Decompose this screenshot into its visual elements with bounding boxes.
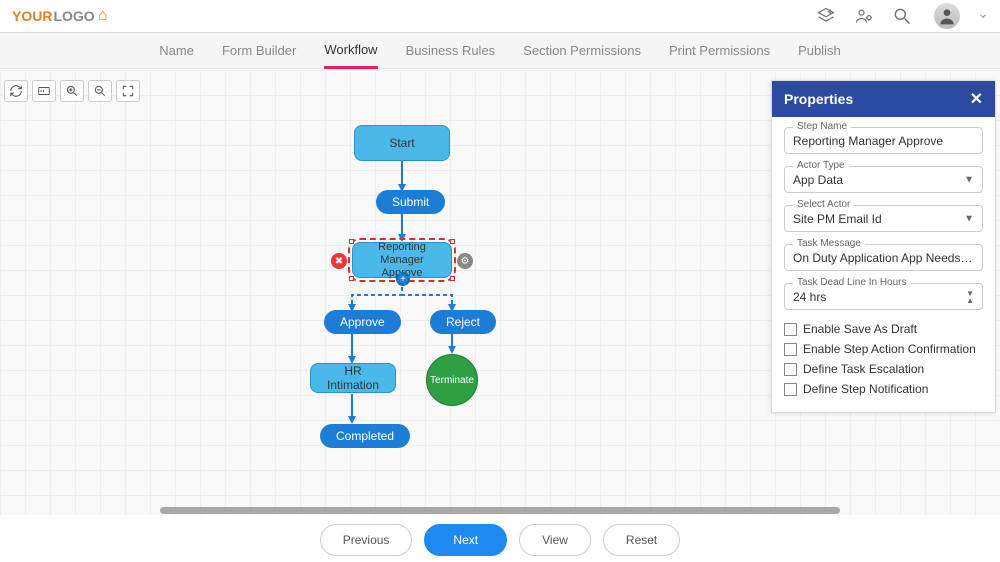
node-completed[interactable]: Completed <box>320 424 410 448</box>
node-approve[interactable]: Approve <box>324 310 401 334</box>
node-start[interactable]: Start <box>354 125 450 161</box>
check-label: Enable Save As Draft <box>803 322 917 336</box>
node-terminate[interactable]: Terminate <box>426 354 478 406</box>
resize-handle-se[interactable] <box>450 276 455 281</box>
next-button[interactable]: Next <box>424 524 507 556</box>
task-message-field[interactable]: Task Message On Duty Application App Nee… <box>784 244 983 271</box>
logo-text-1: YOUR <box>12 8 52 24</box>
footer-actions: Previous Next View Reset <box>0 524 1000 556</box>
node-hr-label: HR Intimation <box>321 364 385 392</box>
zoom-in-button[interactable] <box>60 80 84 102</box>
check-label: Define Task Escalation <box>803 362 924 376</box>
deadline-input[interactable]: 24 hrs <box>793 290 974 304</box>
app-header: YOURLOGO ⌂ <box>0 0 1000 33</box>
node-reject-label: Reject <box>446 315 480 329</box>
node-hr-intimation[interactable]: HR Intimation <box>310 363 396 393</box>
select-actor-select[interactable]: Site PM Email Id <box>793 212 974 226</box>
enable-save-draft-checkbox[interactable]: Enable Save As Draft <box>784 322 983 336</box>
deadline-label: Task Dead Line In Hours <box>793 277 911 288</box>
app-logo: YOURLOGO ⌂ <box>12 7 107 25</box>
deadline-field[interactable]: Task Dead Line In Hours 24 hrs ▼▲ <box>784 283 983 310</box>
tab-form-builder[interactable]: Form Builder <box>222 34 296 67</box>
canvas-toolbar <box>4 80 140 102</box>
node-reporting-manager-approve[interactable]: Reporting Manager Approve ✖ ⚙ + <box>352 242 452 278</box>
deadline-spinner[interactable]: ▼▲ <box>966 290 974 304</box>
tab-business-rules[interactable]: Business Rules <box>406 34 496 67</box>
view-button[interactable]: View <box>519 524 591 556</box>
properties-title: Properties <box>784 91 853 107</box>
checkbox-icon <box>784 323 797 336</box>
layers-icon[interactable] <box>816 6 836 26</box>
tab-workflow[interactable]: Workflow <box>324 33 377 69</box>
refresh-button[interactable] <box>4 80 28 102</box>
checkbox-icon <box>784 363 797 376</box>
node-completed-label: Completed <box>336 429 394 443</box>
define-task-escalation-checkbox[interactable]: Define Task Escalation <box>784 362 983 376</box>
node-submit-label: Submit <box>392 195 429 209</box>
tab-publish[interactable]: Publish <box>798 34 841 67</box>
previous-button[interactable]: Previous <box>320 524 413 556</box>
resize-handle-nw[interactable] <box>349 239 354 244</box>
user-settings-icon[interactable] <box>854 6 874 26</box>
task-message-label: Task Message <box>793 238 865 249</box>
checkbox-icon <box>784 383 797 396</box>
header-actions <box>816 3 988 29</box>
tab-bar: Name Form Builder Workflow Business Rule… <box>0 33 1000 69</box>
step-name-label: Step Name <box>793 121 851 132</box>
logo-house-icon: ⌂ <box>98 7 108 25</box>
node-submit[interactable]: Submit <box>376 190 445 214</box>
properties-panel: Properties ✕ Step Name Reporting Manager… <box>771 80 996 413</box>
check-label: Enable Step Action Confirmation <box>803 342 976 356</box>
avatar-chevron-icon[interactable] <box>978 11 988 21</box>
properties-header: Properties ✕ <box>772 81 995 117</box>
add-connector-icon[interactable]: + <box>396 272 410 286</box>
define-step-notification-checkbox[interactable]: Define Step Notification <box>784 382 983 396</box>
check-label: Define Step Notification <box>803 382 928 396</box>
step-name-input[interactable]: Reporting Manager Approve <box>793 134 974 148</box>
tab-section-permissions[interactable]: Section Permissions <box>523 34 641 67</box>
actor-type-label: Actor Type <box>793 160 849 171</box>
fullscreen-button[interactable] <box>116 80 140 102</box>
tab-print-permissions[interactable]: Print Permissions <box>669 34 770 67</box>
chevron-down-icon: ▼ <box>964 174 974 185</box>
actor-type-select[interactable]: App Data <box>793 173 974 187</box>
resize-handle-ne[interactable] <box>450 239 455 244</box>
actor-type-field[interactable]: Actor Type App Data ▼ <box>784 166 983 193</box>
chevron-down-icon: ▼ <box>964 213 974 224</box>
delete-node-icon[interactable]: ✖ <box>331 253 347 269</box>
user-avatar[interactable] <box>934 3 960 29</box>
enable-step-confirmation-checkbox[interactable]: Enable Step Action Confirmation <box>784 342 983 356</box>
reset-button[interactable]: Reset <box>603 524 680 556</box>
tab-name[interactable]: Name <box>159 34 194 67</box>
logo-text-2: LOGO <box>53 8 94 24</box>
node-approve-label: Approve <box>340 315 385 329</box>
node-start-label: Start <box>389 136 414 150</box>
horizontal-scrollbar[interactable] <box>160 507 840 514</box>
select-actor-label: Select Actor <box>793 199 854 210</box>
node-terminate-label: Terminate <box>430 375 474 386</box>
close-properties-button[interactable]: ✕ <box>970 89 983 109</box>
node-settings-icon[interactable]: ⚙ <box>457 253 473 269</box>
fit-button[interactable] <box>32 80 56 102</box>
checkbox-icon <box>784 343 797 356</box>
select-actor-field[interactable]: Select Actor Site PM Email Id ▼ <box>784 205 983 232</box>
search-icon[interactable] <box>892 6 912 26</box>
resize-handle-sw[interactable] <box>349 276 354 281</box>
node-reject[interactable]: Reject <box>430 310 496 334</box>
step-name-field[interactable]: Step Name Reporting Manager Approve <box>784 127 983 154</box>
zoom-out-button[interactable] <box>88 80 112 102</box>
properties-body: Step Name Reporting Manager Approve Acto… <box>772 117 995 412</box>
task-message-input[interactable]: On Duty Application App Needs Acti... <box>793 251 974 265</box>
